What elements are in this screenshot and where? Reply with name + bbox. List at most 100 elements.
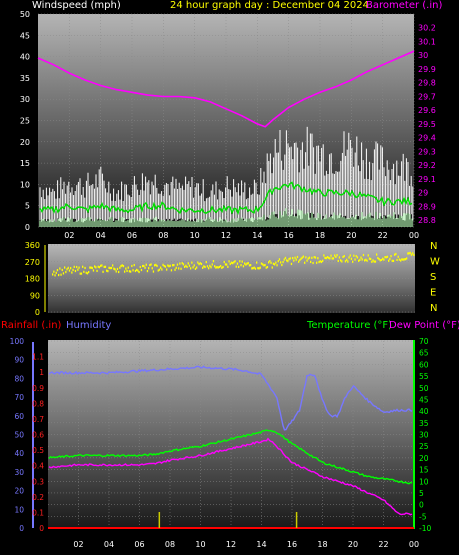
direction-point xyxy=(308,256,311,259)
direction-point xyxy=(234,260,236,263)
time-tick-label: 08 xyxy=(158,231,168,240)
direction-point xyxy=(277,260,279,263)
direction-point xyxy=(348,256,350,259)
direction-point xyxy=(216,266,218,269)
direction-point xyxy=(181,262,183,265)
direction-point xyxy=(251,267,253,270)
time-tick-label: 12 xyxy=(221,231,231,240)
humidity-label: Humidity xyxy=(66,320,112,331)
direction-point xyxy=(371,260,373,263)
direction-point xyxy=(67,266,69,269)
direction-point xyxy=(329,257,331,260)
temperature-tick-label: 20 xyxy=(419,454,429,463)
direction-point xyxy=(336,254,338,257)
direction-point xyxy=(282,261,284,264)
direction-point xyxy=(323,254,325,257)
direction-point xyxy=(257,267,259,270)
windspeed-tick-label: 20 xyxy=(20,138,30,147)
direction-point xyxy=(359,258,361,262)
direction-point xyxy=(226,263,228,266)
temperature-tick-label: 10 xyxy=(419,477,429,486)
direction-point xyxy=(65,270,67,274)
rainfall-tick-label: 0.6 xyxy=(32,431,44,440)
direction-point xyxy=(133,263,135,267)
direction-point xyxy=(180,267,182,270)
direction-point xyxy=(310,260,312,263)
humidity-tick-label: 50 xyxy=(14,431,24,440)
barometer-label: Barometer (.in) xyxy=(366,0,443,11)
direction-point xyxy=(132,269,134,272)
windspeed-tick-label: 15 xyxy=(20,159,30,168)
direction-point xyxy=(235,265,237,268)
direction-point xyxy=(127,266,129,269)
barometer-tick-label: 29.1 xyxy=(418,175,436,184)
direction-point xyxy=(119,266,121,269)
direction-point xyxy=(175,266,177,269)
direction-point xyxy=(298,260,300,263)
direction-point xyxy=(89,266,91,269)
direction-point xyxy=(337,259,339,263)
wind-barometer-panel: 05101520253035404550 28.828.92929.129.22… xyxy=(20,10,436,240)
direction-point xyxy=(152,270,155,273)
direction-point xyxy=(140,268,143,272)
barometer-tick-label: 29.9 xyxy=(418,65,436,74)
direction-point xyxy=(80,272,83,275)
direction-point xyxy=(304,261,306,264)
direction-point xyxy=(383,258,385,261)
windspeed-tick-label: 10 xyxy=(20,180,30,189)
direction-point xyxy=(154,264,156,267)
direction-point xyxy=(262,263,264,266)
temperature-tick-label: 30 xyxy=(419,431,429,440)
time-tick-label: 18 xyxy=(317,540,327,549)
time-axis-top: 02 04 06 08 10 12 14 16 18 20 22 00 xyxy=(64,231,419,240)
direction-point xyxy=(244,262,246,265)
time-tick-label: 18 xyxy=(315,231,325,240)
compass-label: S xyxy=(430,272,436,283)
weather-graphs: 05101520253035404550 28.828.92929.129.22… xyxy=(10,10,440,549)
direction-point xyxy=(358,259,360,262)
direction-tick-label: 360 xyxy=(25,241,40,250)
direction-point xyxy=(290,262,293,266)
direction-point xyxy=(60,273,62,276)
windspeed-tick-label: 35 xyxy=(20,74,30,83)
direction-point xyxy=(270,261,272,264)
temperature-tick-label: 50 xyxy=(419,384,429,393)
time-axis-bottom: 02 04 06 08 10 12 14 16 18 20 22 00 xyxy=(73,540,419,549)
direction-point xyxy=(302,255,305,258)
direction-point xyxy=(265,266,267,269)
direction-point xyxy=(187,262,189,265)
windspeed-tick-label: 5 xyxy=(25,202,30,211)
barometer-tick-label: 29.7 xyxy=(418,92,436,101)
direction-point xyxy=(362,253,365,257)
direction-point xyxy=(256,261,258,264)
direction-point xyxy=(170,269,173,272)
barometer-tick-label: 30.2 xyxy=(418,24,436,33)
rainfall-tick-label: 0.4 xyxy=(32,462,44,471)
rainfall-tick-label: 1.1 xyxy=(32,353,44,362)
direction-point xyxy=(131,264,133,268)
humidity-tick-label: 60 xyxy=(14,412,24,421)
temperature-label: Temperature (°F) xyxy=(307,320,393,331)
direction-point xyxy=(124,270,126,273)
direction-point xyxy=(407,252,409,255)
time-tick-label: 22 xyxy=(378,231,388,240)
direction-point xyxy=(361,258,363,261)
humidity-tick-label: 20 xyxy=(14,487,24,496)
direction-tick-label: 180 xyxy=(25,275,40,284)
direction-point xyxy=(230,261,233,264)
barometer-axis: 28.8 28.9 29 29.1 29.2 29.3 29.4 29.5 29.6 29.7 29… xyxy=(418,24,436,225)
direction-point xyxy=(394,253,396,256)
direction-point xyxy=(220,264,222,268)
direction-point xyxy=(114,268,116,271)
direction-point xyxy=(276,264,278,267)
direction-point xyxy=(157,269,159,272)
temperature-humidity-panel: 0102030405060708090100 00.10.20.30.40.50… xyxy=(10,337,432,549)
direction-point xyxy=(378,258,380,261)
direction-point xyxy=(259,266,261,269)
direction-point xyxy=(299,259,301,262)
rainfall-tick-label: 0.7 xyxy=(32,415,44,424)
direction-point xyxy=(295,258,297,261)
direction-point xyxy=(162,263,164,266)
direction-point xyxy=(385,256,387,259)
barometer-tick-label: 29 xyxy=(418,189,428,198)
